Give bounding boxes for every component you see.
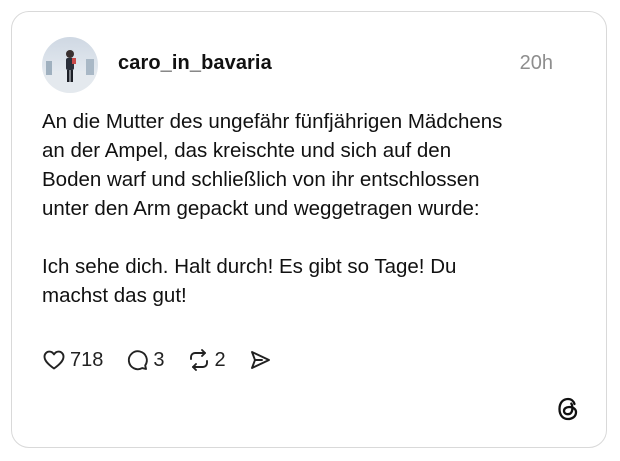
speech-bubble-icon xyxy=(128,350,149,371)
text-line: Ich sehe dich. Halt durch! Es gibt so Ta… xyxy=(42,255,457,278)
reply-button[interactable]: 3 xyxy=(125,348,165,372)
threads-logo-icon[interactable] xyxy=(554,395,582,423)
like-count: 718 xyxy=(70,348,104,371)
repost-button[interactable]: 2 xyxy=(187,348,226,372)
post-body: An die Mutter des ungefähr fünfjährigen … xyxy=(42,107,582,310)
text-line: an der Ampel, das kreischte und sich auf… xyxy=(42,139,452,162)
post-timestamp: 20h xyxy=(519,52,553,74)
text-line: Boden warf und schließlich von ihr entsc… xyxy=(42,168,480,191)
threads-post-card: caro_in_bavaria 20h An die Mutter des un… xyxy=(11,11,607,448)
repost-count: 2 xyxy=(214,348,226,371)
repost-arrows-icon xyxy=(189,349,208,371)
avatar[interactable] xyxy=(42,37,98,93)
like-button[interactable]: 718 xyxy=(42,348,103,372)
text-line: machst das gut! xyxy=(42,284,187,307)
threads-logo-glyph xyxy=(558,397,578,421)
share-button[interactable] xyxy=(248,348,272,372)
send-icon xyxy=(250,351,270,369)
post-paragraph-2: Ich sehe dich. Halt durch! Es gibt so Ta… xyxy=(42,252,582,310)
post-actions: 718 3 2 xyxy=(42,346,294,374)
heart-icon xyxy=(43,350,65,370)
username[interactable]: caro_in_bavaria xyxy=(118,52,272,75)
text-line: An die Mutter des ungefähr fünfjährigen … xyxy=(42,110,503,133)
reply-count: 3 xyxy=(153,348,165,371)
post-paragraph-1: An die Mutter des ungefähr fünfjährigen … xyxy=(42,107,582,223)
text-line: unter den Arm gepackt und weggetragen wu… xyxy=(42,197,480,220)
avatar-image xyxy=(42,37,98,93)
